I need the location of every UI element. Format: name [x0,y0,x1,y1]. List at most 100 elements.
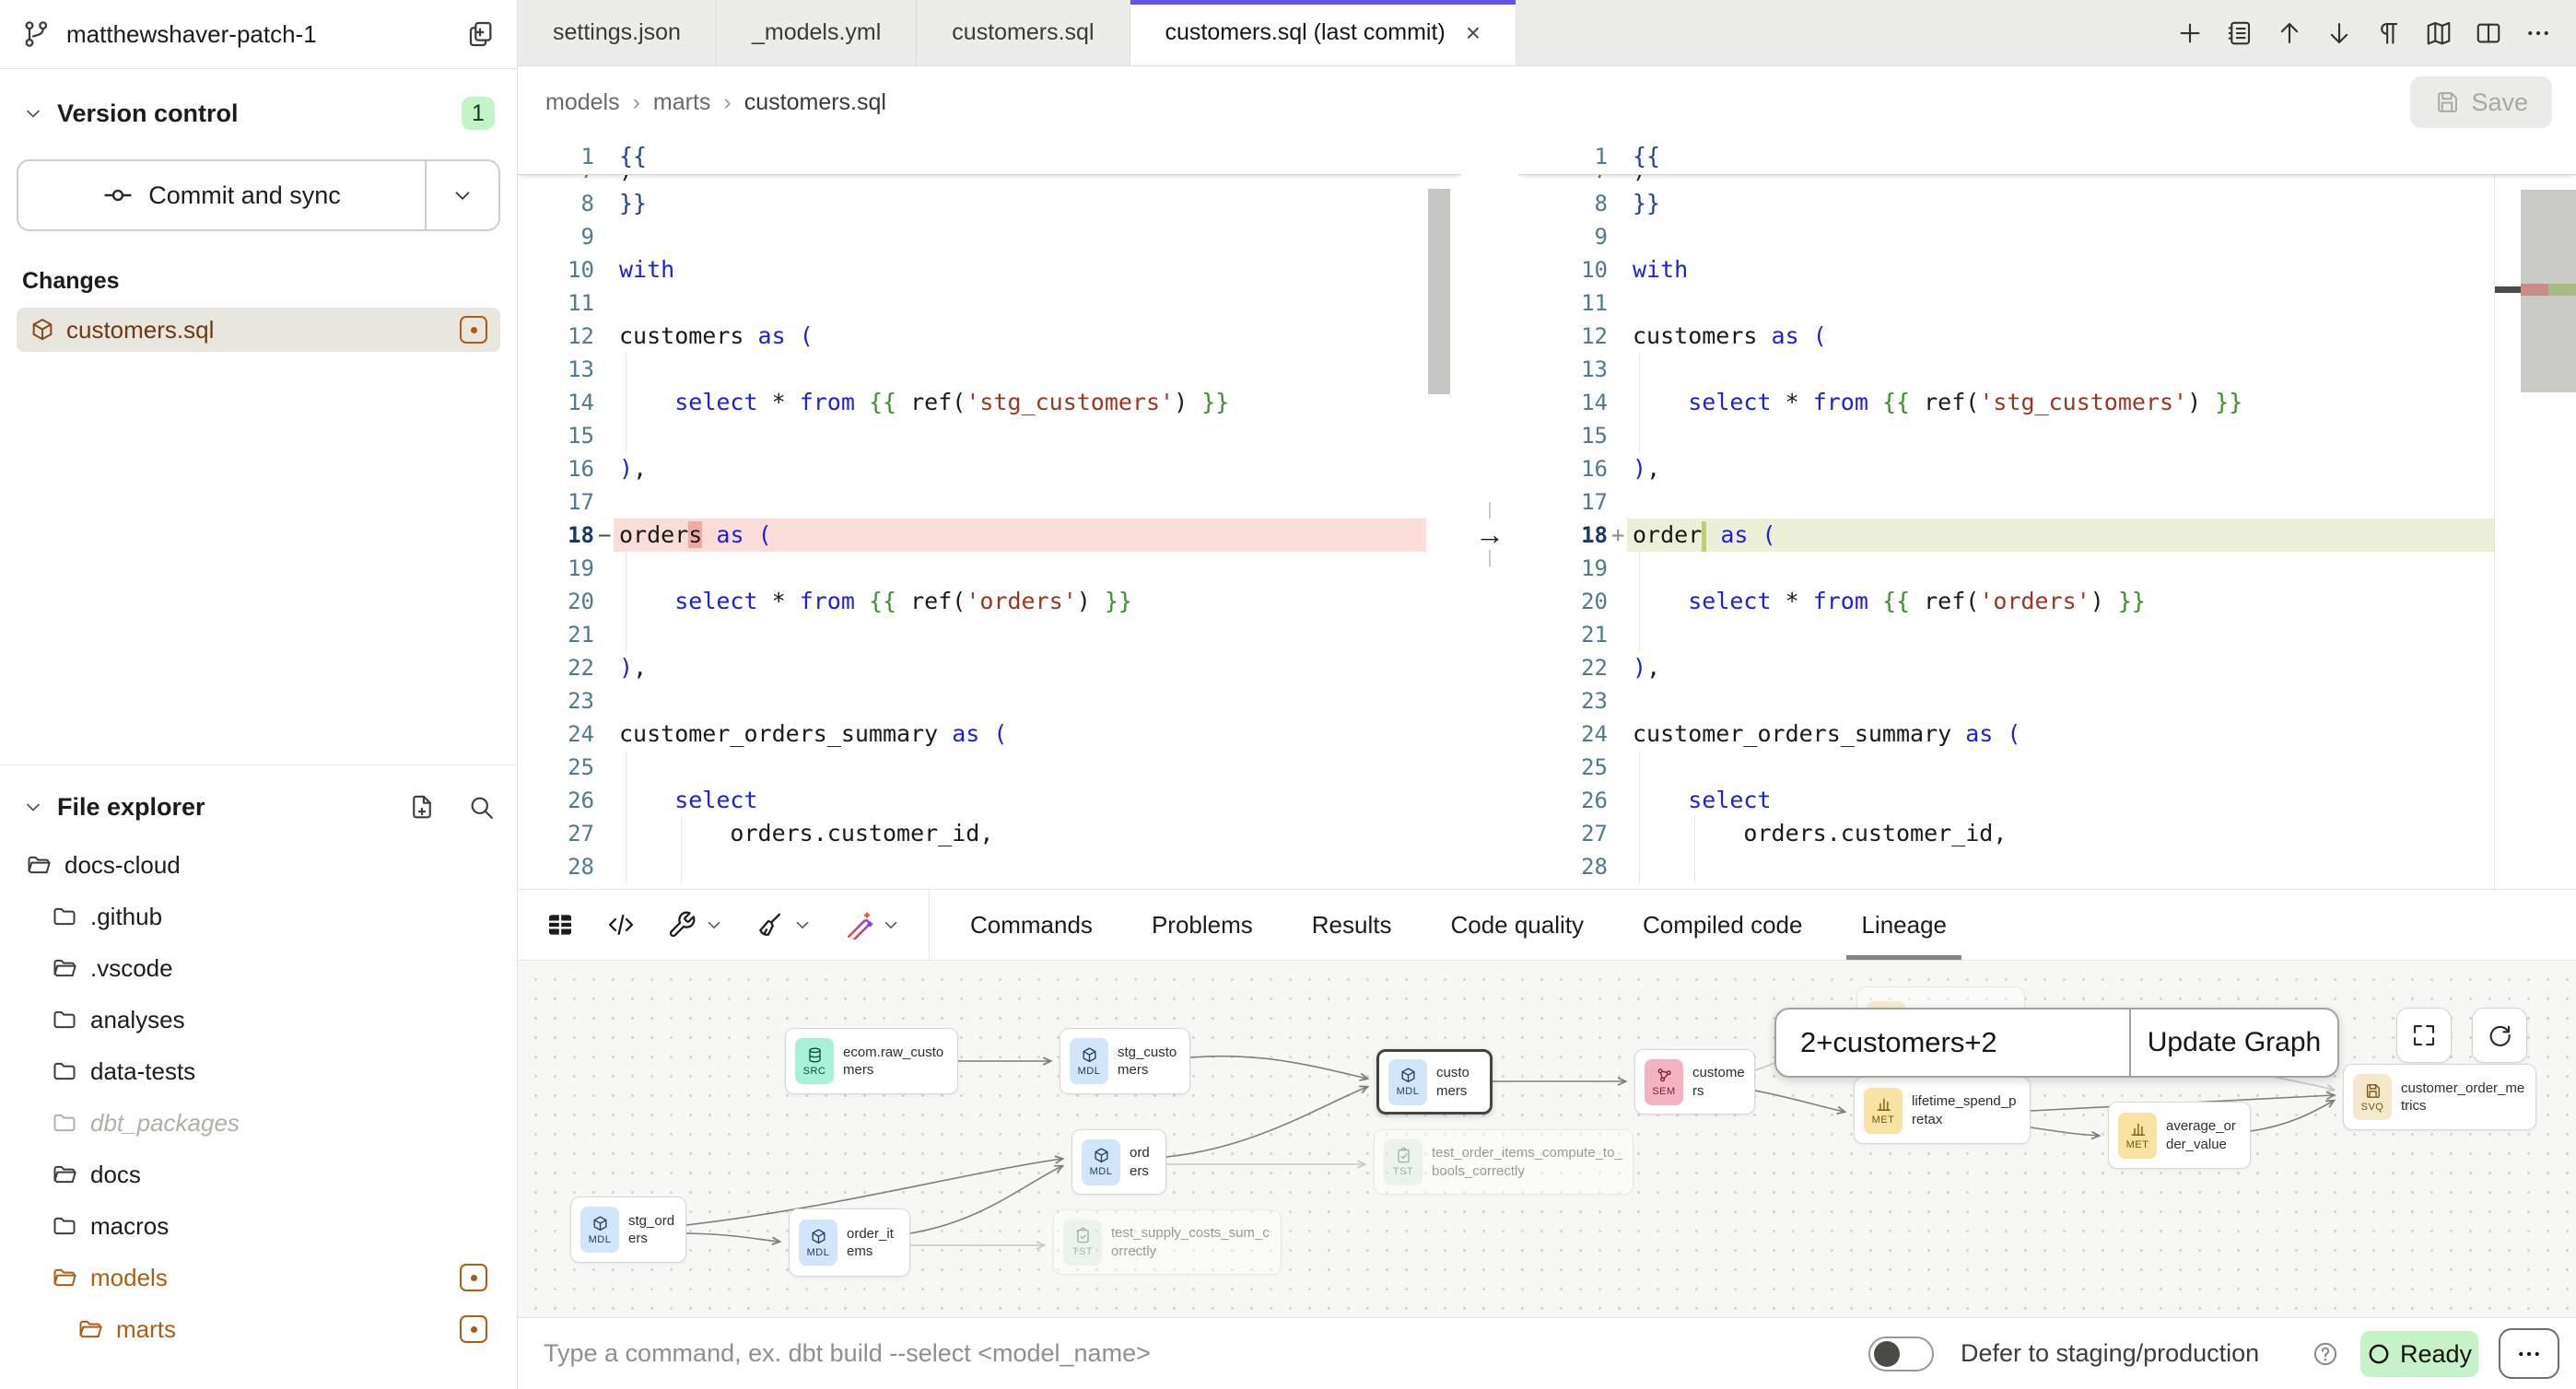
fullscreen-button[interactable] [2396,1008,2452,1063]
lineage-node-oitems[interactable]: MDL order_items [789,1208,910,1277]
command-input[interactable] [544,1318,1741,1389]
code-line: ), [1633,651,1660,684]
code-row: 8}} [518,187,1461,220]
revert-change-arrow-icon[interactable]: → [1471,516,1508,553]
lineage-node-stgo[interactable]: MDL stg_orders [570,1196,686,1263]
node-type-label: SEM [1652,1086,1675,1097]
more-options-button[interactable] [2499,1328,2559,1379]
split-icon[interactable] [2475,19,2502,47]
file-tree-item-analyses[interactable]: analyses [0,994,517,1045]
breadcrumb-segment[interactable]: marts [653,89,711,116]
changed-file-name: customers.sql [66,316,460,344]
panel-tab-code-quality[interactable]: Code quality [1450,890,1584,960]
node-type-label: MDL [589,1234,612,1245]
file-tree-item--github[interactable]: .github [0,891,517,942]
indent-guide [1639,419,1640,452]
panel-tab-compiled-code[interactable]: Compiled code [1643,890,1802,960]
node-type-badge: TST [1384,1139,1423,1185]
diff-gutter: → [1461,138,1518,889]
node-type-badge: MDL [799,1220,837,1266]
version-control-header[interactable]: Version control 1 [0,84,517,143]
edge-orders-to-cust [1166,1087,1367,1157]
lineage-node-cust[interactable]: MDLcustomers [1376,1049,1493,1115]
wand-tool[interactable] [844,910,901,940]
lineage-node-life[interactable]: METlifetime_spend_pretax [1854,1077,2031,1144]
lineage-node-tst1[interactable]: TSTtest_order_items_compute_to_bools_cor… [1374,1129,1633,1195]
copy-branch-icon[interactable] [465,19,495,49]
table-tool[interactable] [545,910,575,940]
line-number: 11 [1518,286,1608,320]
notebook-icon[interactable] [2226,19,2254,47]
help-icon[interactable] [2313,1341,2338,1367]
folder-open-icon [77,1316,103,1342]
node-type-badge: SEM [1645,1059,1683,1105]
tab-customers-sql-last-commit-[interactable]: customers.sql (last commit)× [1130,0,1517,65]
file-explorer-header[interactable]: File explorer [0,775,517,839]
lineage-node-stgc[interactable]: MDLstg_customers [1060,1028,1190,1094]
lineage-node-sem[interactable]: SEMcustomers [1634,1049,1755,1115]
tab--models-yml[interactable]: _models.yml [717,0,917,65]
commit-and-sync-label: Commit and sync [148,181,341,210]
code-row: 17 [518,485,1461,519]
diff-editor: 1{{7)8}}910with1112customers as (1314 se… [518,138,2576,889]
file-tree-item-marts[interactable]: marts [0,1303,517,1355]
file-tree-item-dbt-packages[interactable]: dbt_packages [0,1097,517,1149]
code-line: orders as ( [619,519,772,552]
lineage-node-tst2[interactable]: TSTtest_supply_costs_sum_correctly [1053,1209,1282,1275]
file-tree-item-models[interactable]: models [0,1252,517,1303]
commit-options-dropdown[interactable] [425,161,498,229]
search-icon[interactable] [467,793,495,821]
file-tree-item-docs[interactable]: docs [0,1149,517,1200]
code-row: 8}} [1518,187,2576,220]
dots-icon[interactable] [2524,19,2552,47]
file-tree-item-data-tests[interactable]: data-tests [0,1045,517,1097]
wand-icon [844,910,873,940]
commit-and-sync-button[interactable]: Commit and sync [18,161,425,229]
refresh-graph-button[interactable] [2472,1008,2527,1063]
lineage-node-avg[interactable]: METaverage_order_value [2108,1102,2251,1169]
lineage-select-input[interactable] [1776,1010,2129,1076]
diff-sign: + [1611,519,1624,552]
folder-label: macros [90,1212,517,1241]
line-number: 20 [1518,585,1608,618]
broom-tool[interactable] [755,910,813,940]
line-number: 24 [1518,718,1608,751]
line-number: 27 [518,817,594,850]
tab-customers-sql[interactable]: customers.sql [917,0,1130,65]
changed-file-row[interactable]: customers.sql [17,308,500,352]
tab-settings-json[interactable]: settings.json [518,0,717,65]
scrollbar-thumb[interactable] [1428,189,1450,394]
file-tree-item-macros[interactable]: macros [0,1200,517,1252]
breadcrumb-segment[interactable]: customers.sql [744,89,886,116]
plus-icon[interactable] [2176,19,2204,47]
book-icon[interactable] [2425,19,2453,47]
defer-toggle[interactable] [1868,1336,1934,1371]
lineage-node-raw[interactable]: SRCecom.raw_customers [785,1028,958,1094]
panel-tab-lineage[interactable]: Lineage [1861,890,1947,960]
breadcrumb-segment[interactable]: models [545,89,620,116]
lineage-node-orders[interactable]: MDLorders [1071,1129,1166,1195]
diff-pane-last-commit[interactable]: 1{{7)8}}910with1112customers as (1314 se… [1518,138,2576,889]
close-icon[interactable]: × [1466,18,1481,48]
file-tree-item--vscode[interactable]: .vscode [0,942,517,994]
panel-tab-problems[interactable]: Problems [1152,890,1253,960]
node-label: stg_orders [628,1212,676,1248]
new-file-icon[interactable] [408,793,436,821]
node-type-badge: MET [1864,1088,1903,1134]
bottom-toolbar [518,890,930,960]
lineage-node-com[interactable]: SVQcustomer_order_metrics [2343,1064,2536,1130]
panel-tab-commands[interactable]: Commands [970,890,1093,960]
wrench-tool[interactable] [667,910,724,940]
pilcrow-icon[interactable] [2375,19,2403,47]
code-tool[interactable] [606,910,636,940]
arrow-down-icon[interactable] [2325,19,2353,47]
code-row: 21 [518,618,1461,651]
panel-tab-results[interactable]: Results [1312,890,1392,960]
arrow-up-icon[interactable] [2276,19,2303,47]
file-tree-item-docs-cloud[interactable]: docs-cloud [0,839,517,891]
node-label: order_items [847,1225,900,1261]
diff-pane-current[interactable]: 1{{7)8}}910with1112customers as (1314 se… [518,138,1461,889]
save-button[interactable]: Save [2410,76,2552,128]
update-graph-button[interactable]: Update Graph [2129,1010,2337,1076]
lineage-canvas[interactable]: SRCecom.raw_customers MDLstg_customers MDL… [518,962,2576,1317]
